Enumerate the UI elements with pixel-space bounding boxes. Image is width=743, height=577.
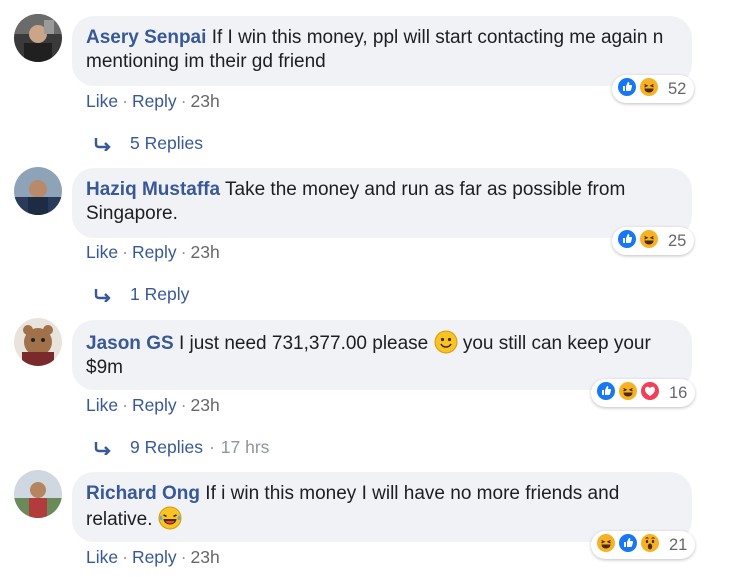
reply-arrow-icon: [94, 137, 111, 151]
comment-actions: Like · Reply · 23h: [86, 547, 220, 568]
comment-author[interactable]: Jason GS: [86, 333, 174, 354]
comment-actions: Like · Reply · 23h: [86, 242, 220, 263]
separator: ·: [122, 547, 128, 567]
view-replies-link[interactable]: 5 Replies: [94, 133, 203, 154]
reply-arrow-icon: [94, 288, 111, 302]
replies-count[interactable]: 1 Reply: [130, 284, 189, 305]
comment-actions: Like · Reply · 23h: [86, 91, 220, 112]
reaction-count: 52: [668, 79, 687, 98]
wow-icon: [639, 532, 665, 558]
reaction-summary[interactable]: 16: [591, 379, 696, 407]
comment-bubble: Haziq Mustaffa Take the money and run as…: [72, 168, 692, 238]
replies-count[interactable]: 9 Replies: [130, 437, 203, 458]
replies-count[interactable]: 5 Replies: [130, 133, 203, 154]
comment-text: I just need 731,377.00 please: [178, 333, 429, 354]
comment-time[interactable]: 23h: [191, 242, 220, 262]
avatar[interactable]: [14, 14, 62, 62]
smile-emoji-icon: [434, 330, 458, 354]
comment-author[interactable]: Asery Senpai: [86, 27, 206, 48]
view-replies-link[interactable]: 9 Replies · 17 hrs: [94, 437, 269, 458]
separator: ·: [208, 437, 215, 457]
separator: ·: [122, 91, 128, 111]
separator: ·: [180, 395, 187, 415]
like-link[interactable]: Like: [86, 242, 118, 262]
reaction-summary[interactable]: 21: [591, 531, 696, 559]
separator: ·: [122, 395, 128, 415]
like-link[interactable]: Like: [86, 395, 118, 415]
haha-icon: [638, 76, 664, 102]
reaction-count: 25: [668, 231, 687, 250]
reply-link[interactable]: Reply: [132, 91, 177, 111]
comment-actions: Like · Reply · 23h: [86, 395, 220, 416]
reply-link[interactable]: Reply: [132, 547, 177, 567]
separator: ·: [180, 547, 187, 567]
reaction-summary[interactable]: 25: [612, 227, 695, 255]
like-link[interactable]: Like: [86, 547, 118, 567]
separator: ·: [122, 242, 128, 262]
comment-author[interactable]: Richard Ong: [86, 483, 200, 504]
reaction-count: 21: [669, 535, 688, 554]
reply-link[interactable]: Reply: [132, 395, 177, 415]
comment-time[interactable]: 23h: [191, 395, 220, 415]
comment-bubble: Asery Senpai If I win this money, ppl wi…: [72, 16, 692, 86]
love-icon: [639, 380, 665, 406]
avatar[interactable]: [14, 318, 62, 366]
comment-author[interactable]: Haziq Mustaffa: [86, 179, 220, 200]
view-replies-link[interactable]: 1 Reply: [94, 284, 189, 305]
replies-time: 17 hrs: [220, 437, 270, 457]
tears-of-joy-emoji-icon: [158, 506, 182, 530]
comment-time[interactable]: 23h: [191, 91, 220, 111]
reply-link[interactable]: Reply: [132, 242, 177, 262]
separator: ·: [180, 242, 187, 262]
avatar[interactable]: [14, 167, 62, 215]
separator: ·: [180, 91, 187, 111]
haha-icon: [638, 228, 664, 254]
reaction-summary[interactable]: 52: [612, 75, 695, 103]
like-link[interactable]: Like: [86, 91, 118, 111]
reply-arrow-icon: [94, 441, 111, 455]
comment-time[interactable]: 23h: [191, 547, 220, 567]
reaction-count: 16: [669, 383, 688, 402]
avatar[interactable]: [14, 470, 62, 518]
